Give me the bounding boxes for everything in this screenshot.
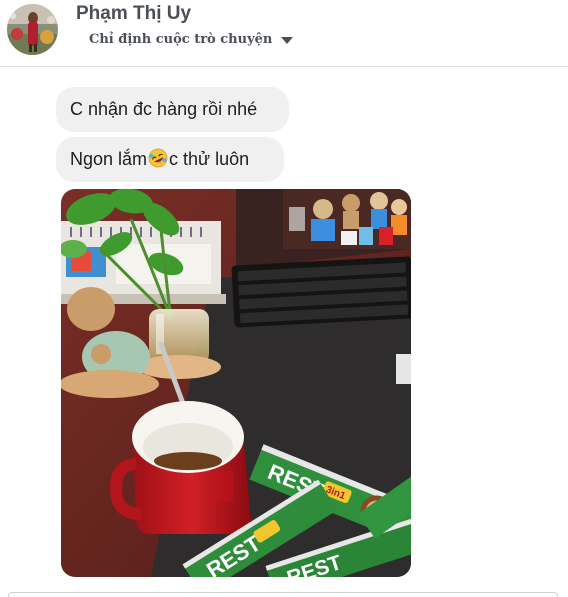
messenger-window: Phạm Thị Uy Chỉ định cuộc trò chuyện C n… <box>0 0 568 597</box>
avatar-photo <box>7 4 58 55</box>
contact-name[interactable]: Phạm Thị Uy <box>76 3 191 25</box>
message-text-part: Ngon lắm <box>70 149 148 169</box>
desk-photo: REST 3in1 REST REST <box>61 189 411 577</box>
message-bubble[interactable]: Ngon lắm c thử luôn <box>56 137 284 182</box>
conversation-header: Phạm Thị Uy Chỉ định cuộc trò chuyện <box>0 0 568 67</box>
message-text: C nhận đc hàng rồi nhé <box>70 99 258 119</box>
contact-avatar[interactable] <box>7 4 58 55</box>
assign-conversation-label: Chỉ định cuộc trò chuyện <box>89 32 273 47</box>
message-bubble[interactable]: C nhận đc hàng rồi nhé <box>56 87 289 132</box>
caret-down-icon <box>281 37 294 44</box>
rofl-emoji-icon <box>148 140 168 168</box>
message-text-part: c thử luôn <box>169 149 250 169</box>
message-composer[interactable] <box>8 592 558 597</box>
assign-conversation-dropdown[interactable]: Chỉ định cuộc trò chuyện <box>89 32 294 47</box>
photo-attachment[interactable]: REST 3in1 REST REST <box>61 189 411 577</box>
